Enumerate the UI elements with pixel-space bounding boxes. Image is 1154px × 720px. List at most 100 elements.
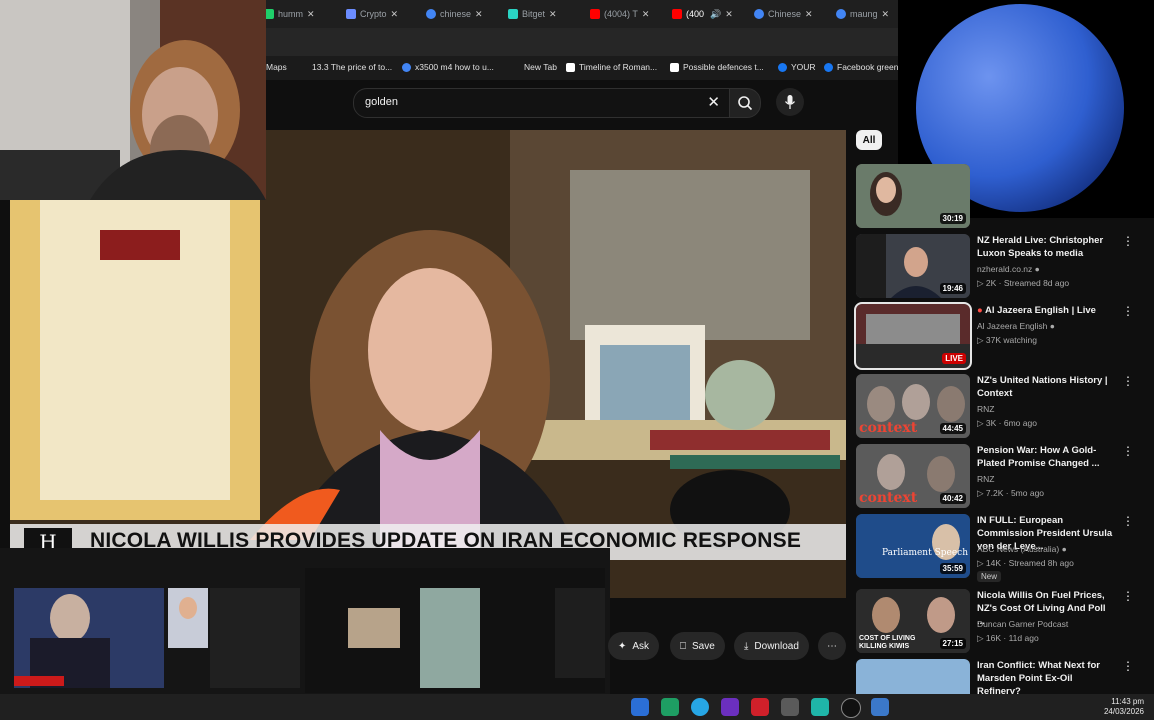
system-clock[interactable]: 11:43 pm 24/03/2026	[1104, 697, 1144, 717]
bookmark[interactable]: 13.3 The price of to...	[312, 62, 392, 72]
recommendation-item[interactable]: context 40:42 Pension War: How A Gold-Pl…	[856, 444, 1144, 510]
save-button[interactable]: ⎕ Save	[670, 632, 725, 660]
search-icon	[738, 96, 753, 111]
video-thumbnail[interactable]: Parliament Speech 35:59	[856, 514, 970, 578]
browser-tab[interactable]: Bitget ✕	[508, 5, 582, 23]
channel-name[interactable]: RNZ	[977, 404, 994, 414]
recommendation-item[interactable]: Parliament Speech 35:59 IN FULL: Europea…	[856, 514, 1144, 582]
youtube-icon	[590, 9, 600, 19]
video-title[interactable]: NZ Herald Live: Christopher Luxon Speaks…	[977, 234, 1115, 260]
channel-name[interactable]: Duncan Garner Podcast	[977, 619, 1068, 629]
meta-label: 3K · 6mo ago	[985, 418, 1037, 428]
more-options-icon[interactable]: ⋮	[1122, 444, 1134, 458]
app-icon[interactable]	[661, 698, 679, 716]
settings-icon[interactable]	[871, 698, 889, 716]
bookmark[interactable]: New Tab	[524, 62, 557, 72]
tab-title: humm	[278, 9, 304, 19]
close-icon[interactable]: ✕	[307, 9, 317, 20]
close-icon[interactable]: ✕	[882, 9, 892, 20]
channel-name[interactable]: RNZ	[977, 474, 994, 484]
close-icon[interactable]: ✕	[805, 9, 815, 20]
browser-tab[interactable]: Chinese ✕	[754, 5, 828, 23]
search-input[interactable]: golden ✕	[353, 88, 731, 118]
filter-chip-all[interactable]: All	[856, 130, 882, 150]
search-button[interactable]	[729, 88, 761, 118]
thumbnail-text: COST OF LIVING KILLING KIWIS	[859, 635, 916, 650]
verified-icon: ●	[1034, 264, 1040, 274]
speaker-icon[interactable]: 🔊	[710, 9, 721, 20]
bookmark[interactable]: Facebook green	[824, 62, 898, 72]
more-actions-button[interactable]: ⋯	[818, 632, 846, 660]
recommendation-item[interactable]: 30:19	[856, 164, 1144, 230]
browser-tab[interactable]: (4004) T ✕	[590, 5, 664, 23]
meta-label: 7.2K · 5mo ago	[985, 488, 1045, 498]
more-options-icon[interactable]: ⋮	[1122, 514, 1134, 528]
video-thumbnail[interactable]: 30:19	[856, 164, 970, 228]
video-thumbnail[interactable]: COST OF LIVING KILLING KIWIS 27:15	[856, 589, 970, 653]
close-icon[interactable]: ✕	[642, 9, 652, 20]
bookmark[interactable]: x3500 m4 how to u...	[402, 62, 494, 72]
clear-search-icon[interactable]: ✕	[707, 93, 720, 111]
google-icon	[402, 62, 411, 72]
bookmark[interactable]: Maps	[266, 62, 287, 72]
channel-name[interactable]: ABC News (Australia) ●	[977, 544, 1067, 554]
more-options-icon[interactable]: ⋮	[1122, 234, 1134, 248]
browser-tab[interactable]: chinese ✕	[426, 5, 500, 23]
app-icon[interactable]	[721, 698, 739, 716]
recommendation-item[interactable]: context 44:45 NZ's United Nations Histor…	[856, 374, 1144, 440]
browser-tab-active[interactable]: (400 🔊 ✕	[672, 5, 746, 23]
browser-tab[interactable]: Crypto ✕	[346, 5, 420, 23]
app-icon[interactable]	[811, 698, 829, 716]
wikipedia-icon	[566, 62, 575, 72]
video-meta: ▷ 3K · 6mo ago	[977, 418, 1037, 429]
file-explorer-icon[interactable]	[631, 698, 649, 716]
bookmark-label: YOUR	[791, 62, 816, 72]
tab-title: maung	[850, 9, 878, 19]
video-thumbnail[interactable]	[856, 659, 970, 694]
video-thumbnail[interactable]: LIVE	[854, 302, 972, 370]
recommendation-item[interactable]: COST OF LIVING KILLING KIWIS 27:15 Nicol…	[856, 589, 1144, 655]
channel-name[interactable]: Al Jazeera English ●	[977, 321, 1055, 331]
close-icon[interactable]: ✕	[475, 9, 485, 20]
more-options-icon[interactable]: ⋮	[1122, 374, 1134, 388]
screen-share-overlay	[0, 548, 610, 696]
facebook-icon	[824, 62, 833, 72]
video-thumbnail[interactable]: context 44:45	[856, 374, 970, 438]
video-meta: ▷ 7.2K · 5mo ago	[977, 488, 1044, 499]
app-icon[interactable]	[841, 698, 861, 718]
close-icon[interactable]: ✕	[549, 9, 559, 20]
download-button[interactable]: ⤓ Download	[734, 632, 809, 660]
video-title[interactable]: NZ's United Nations History | Context	[977, 374, 1115, 400]
bookmark[interactable]: Timeline of Roman...	[566, 62, 657, 72]
nested-screenshot-image	[0, 548, 610, 696]
browser-tab[interactable]: humm ✕	[264, 5, 338, 23]
video-title[interactable]: Iran Conflict: What Next for Marsden Poi…	[977, 659, 1115, 694]
close-icon[interactable]: ✕	[725, 9, 735, 20]
video-duration: 40:42	[939, 493, 966, 504]
close-icon[interactable]: ✕	[391, 9, 401, 20]
more-options-icon[interactable]: ⋮	[1122, 659, 1134, 673]
app-icon[interactable]	[751, 698, 769, 716]
tab-favicon-icon	[508, 9, 518, 19]
browser-tab[interactable]: maung ✕	[836, 5, 900, 23]
video-thumbnail[interactable]: context 40:42	[856, 444, 970, 508]
video-thumbnail[interactable]: 19:46	[856, 234, 970, 298]
channel-name[interactable]: nzherald.co.nz ●	[977, 264, 1040, 274]
recommendation-item[interactable]: 19:46 NZ Herald Live: Christopher Luxon …	[856, 234, 1144, 300]
bookmark[interactable]: Possible defences t...	[670, 62, 764, 72]
voice-search-button[interactable]	[776, 88, 804, 116]
controller-icon[interactable]	[781, 698, 799, 716]
ask-button[interactable]: ✦ Ask	[608, 632, 660, 660]
verified-icon: ●	[1049, 321, 1055, 331]
recommendation-item[interactable]: Iran Conflict: What Next for Marsden Poi…	[856, 659, 1144, 694]
cl-icon	[670, 62, 679, 72]
recommendation-item[interactable]: LIVE ● Al Jazeera English | Live Al Jaze…	[854, 302, 1144, 370]
telegram-icon[interactable]	[691, 698, 709, 716]
more-options-icon[interactable]: ⋮	[1122, 589, 1134, 603]
facebook-icon	[778, 62, 787, 72]
google-icon	[754, 9, 764, 19]
video-title[interactable]: ● Al Jazeera English | Live	[977, 304, 1115, 317]
more-options-icon[interactable]: ⋮	[1122, 304, 1134, 318]
bookmark[interactable]: YOUR	[778, 62, 816, 72]
video-title[interactable]: Pension War: How A Gold-Plated Promise C…	[977, 444, 1115, 470]
